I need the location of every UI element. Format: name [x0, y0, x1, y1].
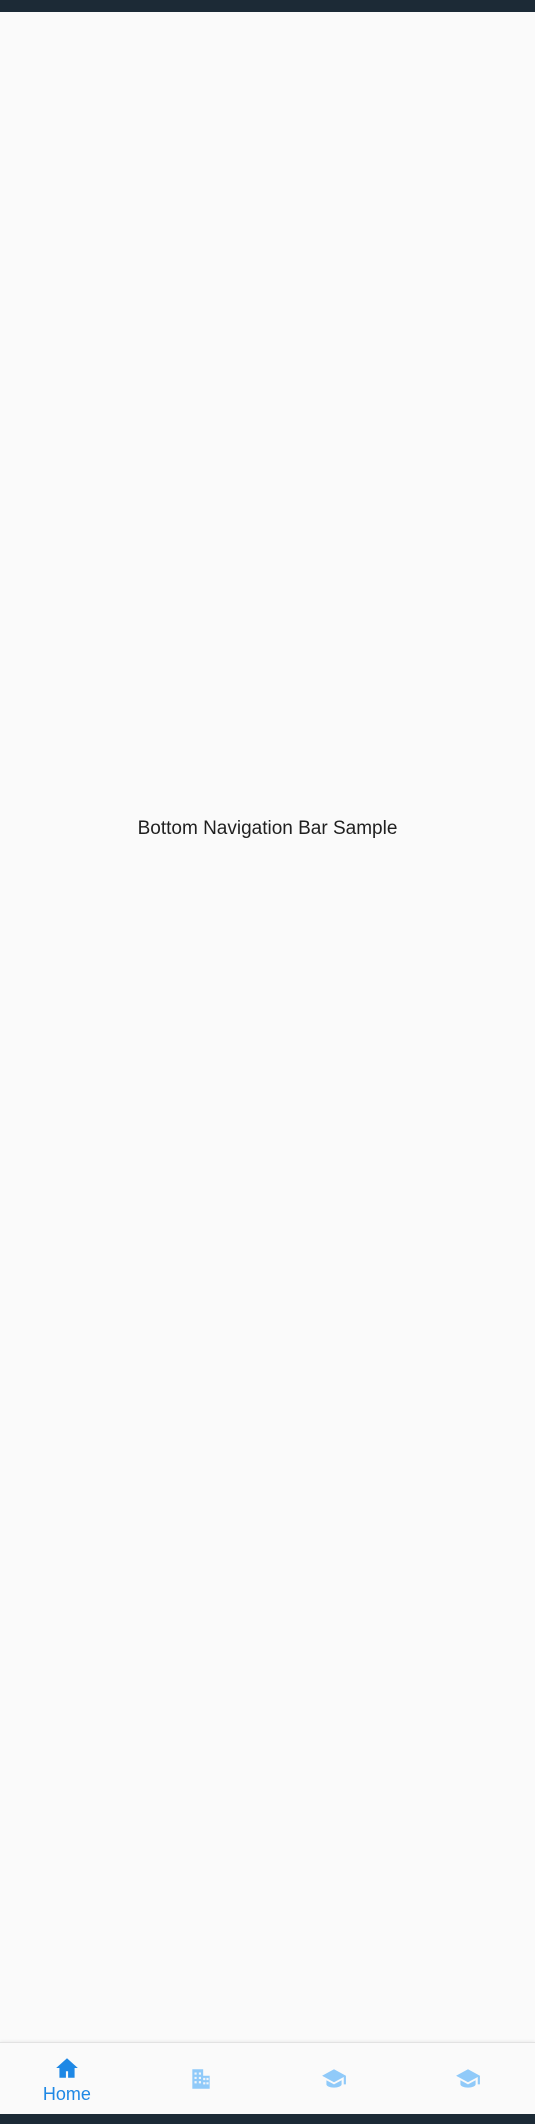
nav-item-label: Home [42, 2084, 91, 2104]
school-icon [322, 2069, 347, 2088]
bottom-navigation-bar: Home [0, 2042, 535, 2115]
school-icon [456, 2069, 481, 2088]
center-text: Bottom Navigation Bar Sample [137, 818, 398, 839]
main-content: Bottom Navigation Bar Sample [0, 12, 535, 2042]
home-icon [56, 2058, 78, 2078]
status-bar [0, 0, 535, 12]
nav-item-school-2[interactable] [408, 2043, 528, 2115]
business-icon [191, 2069, 210, 2089]
system-navigation-bar [0, 2114, 535, 2124]
nav-item-business[interactable] [141, 2043, 261, 2115]
nav-item-home[interactable]: Home [7, 2043, 127, 2115]
nav-item-school-1[interactable] [274, 2043, 394, 2115]
